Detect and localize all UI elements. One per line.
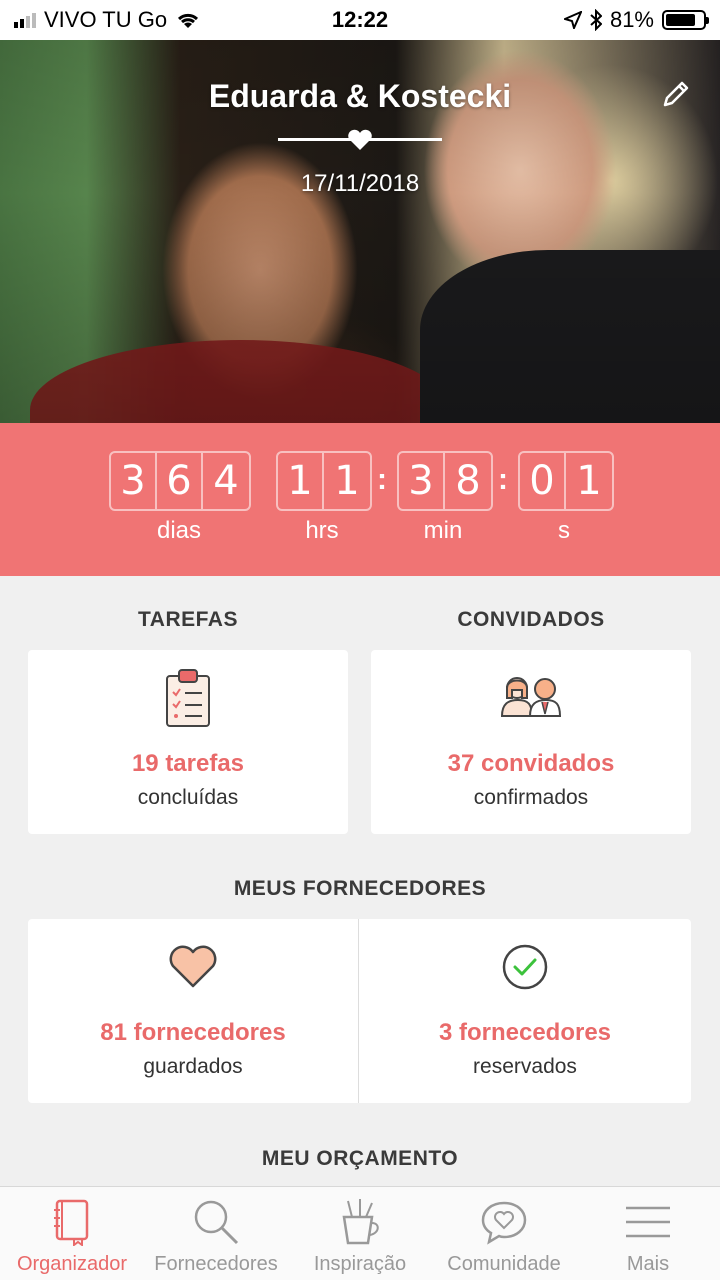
guests-count: 37 convidados [447, 750, 615, 777]
vendors-title: MEUS FORNECEDORES [233, 877, 487, 900]
countdown-digit: 8 [455, 458, 481, 504]
countdown-separator: : [377, 463, 387, 496]
battery-icon [662, 10, 709, 30]
heart-icon [28, 945, 358, 989]
location-arrow-icon [563, 11, 582, 29]
bluetooth-icon [590, 9, 602, 31]
countdown-label-hours: hrs [305, 517, 339, 544]
status-bar: VIVO TU Go 12:22 81% [0, 0, 720, 40]
chat-heart-icon [479, 1197, 529, 1247]
vendors-booked[interactable]: 3 fornecedores reservados [359, 919, 691, 1103]
tasks-sub: concluídas [137, 786, 239, 809]
guests-title: CONVIDADOS [457, 608, 605, 631]
carrier-name: VIVO TU Go [44, 7, 168, 32]
pencil-cup-icon [338, 1197, 382, 1247]
check-circle-icon [359, 943, 691, 991]
countdown-days: 3 6 4 [109, 451, 251, 511]
budget-title: MEU ORÇAMENTO [261, 1147, 459, 1170]
battery-percent: 81% [609, 7, 654, 32]
nav-fornecedores[interactable]: Fornecedores [144, 1187, 288, 1280]
countdown-digit: 6 [157, 453, 203, 509]
countdown-digit: 4 [213, 458, 239, 504]
wedding-date: 17/11/2018 [300, 170, 420, 197]
countdown-digit: 3 [399, 453, 445, 509]
couple-guests-icon [371, 674, 691, 718]
vendors-saved-sub: guardados [143, 1055, 243, 1078]
edit-button[interactable] [656, 74, 696, 114]
guests-sub: confirmados [473, 786, 589, 809]
tasks-title: TAREFAS [138, 608, 238, 631]
countdown-minutes: 3 8 [397, 451, 493, 511]
nav-comunidade[interactable]: Comunidade [432, 1187, 576, 1280]
countdown-digit: 1 [576, 458, 602, 504]
countdown-label-minutes: min [423, 517, 463, 544]
tasks-count: 19 tarefas [131, 750, 245, 777]
vendors-saved[interactable]: 81 fornecedores guardados [28, 919, 358, 1103]
signal-icon [14, 12, 36, 28]
pencil-icon [663, 81, 689, 107]
guests-card[interactable]: 37 convidados confirmados [371, 650, 691, 834]
menu-icon [624, 1197, 672, 1247]
countdown-digit: 0 [520, 453, 566, 509]
countdown-separator: : [498, 463, 508, 496]
vendors-card: 81 fornecedores guardados 3 fornecedores… [28, 919, 691, 1103]
countdown-timer: 3 6 4 1 1 : 3 8 : 0 1 dias hrs min s [0, 423, 720, 576]
bottom-navigation: Organizador Fornecedores Inspiração Comu… [0, 1186, 720, 1280]
status-right: 81% [563, 7, 709, 33]
battery-fill [666, 14, 696, 26]
countdown-label-seconds: s [558, 517, 570, 544]
vendors-saved-count: 81 fornecedores [100, 1019, 286, 1046]
vendors-booked-sub: reservados [473, 1055, 577, 1078]
nav-organizador[interactable]: Organizador [0, 1187, 144, 1280]
countdown-digit: 1 [278, 453, 324, 509]
countdown-hours: 1 1 [276, 451, 372, 511]
countdown-seconds: 0 1 [518, 451, 614, 511]
tasks-card[interactable]: 19 tarefas concluídas [28, 650, 348, 834]
nav-label: Fornecedores [154, 1253, 278, 1275]
search-icon [191, 1197, 241, 1247]
vendors-booked-count: 3 fornecedores [438, 1019, 612, 1046]
heart-icon [348, 129, 372, 150]
wifi-icon [178, 13, 199, 28]
nav-label: Organizador [16, 1253, 128, 1275]
couple-photo: Eduarda & Kostecki 17/11/2018 [0, 40, 720, 423]
countdown-digit: 1 [334, 458, 360, 504]
notebook-icon [52, 1197, 92, 1247]
couple-names: Eduarda & Kostecki [208, 78, 512, 114]
countdown-digit: 3 [111, 453, 157, 509]
clipboard-checklist-icon [28, 668, 348, 728]
nav-inspiracao[interactable]: Inspiração [288, 1187, 432, 1280]
countdown-label-days: dias [156, 517, 202, 544]
nav-mais[interactable]: Mais [576, 1187, 720, 1280]
nav-label: Inspiração [313, 1253, 407, 1275]
nav-label: Comunidade [447, 1253, 561, 1275]
nav-label: Mais [626, 1253, 670, 1275]
status-left: VIVO TU Go [14, 7, 201, 33]
